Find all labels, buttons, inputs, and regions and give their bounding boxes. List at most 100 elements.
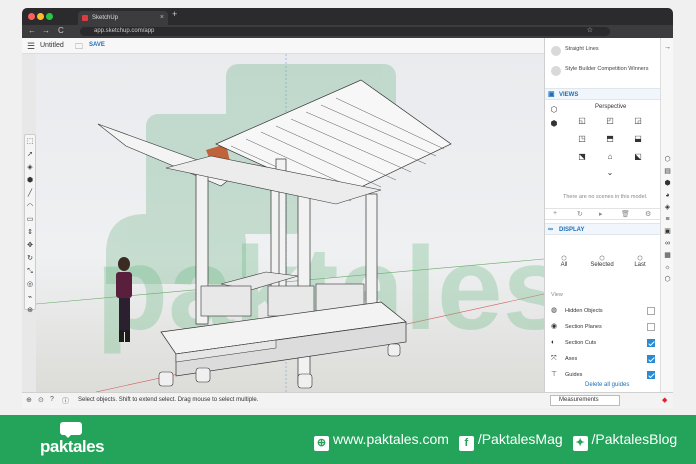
move-tool-icon[interactable]: ✥ — [25, 240, 35, 252]
section-planes-row[interactable]: ◉ Section Planes — [551, 320, 657, 334]
back-view-icon[interactable]: ⬒ — [603, 133, 617, 145]
status-bar: ⊕ ⊙ ? ⓘ Select objects. Shift to extend … — [22, 392, 673, 408]
refresh-scene-icon[interactable]: ↻ — [577, 210, 583, 218]
front-view-icon[interactable]: ◲ — [631, 115, 645, 127]
minimize-window-button[interactable] — [37, 13, 44, 20]
arc-tool-icon[interactable]: ◠ — [25, 201, 35, 213]
display-option-all[interactable]: ⬡ All — [549, 255, 579, 268]
scene-settings-icon[interactable]: ⚙ — [645, 210, 651, 218]
style-item-competition-winners[interactable]: Style Builder Competition Winners — [551, 66, 651, 76]
entity-info-icon[interactable]: ⬡ — [661, 154, 674, 166]
extra-view-icon[interactable]: ⬕ — [631, 151, 645, 163]
eraser-tool-icon[interactable]: ◈ — [25, 162, 35, 174]
guides-checkbox[interactable] — [647, 371, 655, 379]
scale-tool-icon[interactable]: ⤡ — [25, 266, 35, 278]
home-view-icon[interactable]: ⌂ — [603, 151, 617, 163]
section-cuts-row[interactable]: ◐ Section Cuts — [551, 336, 657, 350]
scenes-icon[interactable]: ▣ — [661, 226, 674, 238]
reload-button[interactable]: C — [58, 26, 64, 35]
line-tool-icon[interactable]: ╱ — [25, 188, 35, 200]
right-panel: Straight Lines Style Builder Competition… — [544, 38, 660, 392]
new-tab-button[interactable]: + — [172, 9, 177, 19]
twitter-icon: ✦ — [572, 436, 588, 451]
3d-viewport[interactable]: paktales — [36, 54, 544, 392]
url-input[interactable]: app.sketchup.com/app — [80, 27, 610, 36]
folder-icon[interactable]: 🗀 — [75, 41, 83, 55]
bottom-view-icon[interactable]: ⬔ — [575, 151, 589, 163]
rectangle-tool-icon[interactable]: ▭ — [25, 214, 35, 226]
components-icon[interactable]: ⬢ — [661, 178, 674, 190]
maximize-window-button[interactable] — [46, 13, 53, 20]
save-button[interactable]: SAVE — [89, 42, 105, 48]
delete-all-guides-link[interactable]: Delete all guides — [585, 382, 629, 388]
status-hint-text: Select objects. Shift to extend select. … — [78, 397, 259, 403]
browser-titlebar: SketchUp × + — [22, 8, 673, 25]
tape-measure-tool-icon[interactable]: ⌁ — [25, 292, 35, 304]
delete-scene-icon[interactable]: 🗑 — [621, 210, 630, 218]
parallel-toggle-icon[interactable]: ⬢ — [547, 118, 561, 130]
section-cuts-checkbox[interactable] — [647, 339, 655, 347]
perspective-toggle-icon[interactable]: ⬡ — [547, 104, 561, 116]
info-icon[interactable]: ⓘ — [62, 396, 69, 406]
chevron-down-icon[interactable]: ⌄ — [603, 167, 617, 179]
cube-icon: ⬡ — [561, 256, 567, 262]
top-view-icon[interactable]: ◰ — [603, 115, 617, 127]
forward-button[interactable]: → — [42, 26, 50, 35]
hamburger-menu-icon[interactable]: ☰ — [27, 41, 35, 52]
globe-icon: ⊕ — [314, 436, 329, 451]
display-rail-icon[interactable]: ∞ — [661, 238, 674, 250]
iso-view-icon[interactable]: ◱ — [575, 115, 589, 127]
view-label: View — [551, 292, 563, 298]
browser-address-bar: ← → C app.sketchup.com/app ☆ — [22, 25, 673, 38]
extensions-icon[interactable]: ⬡ — [661, 274, 674, 286]
axes-icon: ⤧ — [551, 355, 557, 362]
paint-bucket-tool-icon[interactable]: ⬢ — [25, 175, 35, 187]
display-option-last[interactable]: ⬡ Last — [625, 255, 655, 268]
axes-checkbox[interactable] — [647, 355, 655, 363]
style-item-straight-lines[interactable]: Straight Lines — [551, 46, 599, 56]
views-section-header[interactable]: ▣ VIEWS — [545, 88, 660, 100]
scene-toolbar: + ↻ ▸ 🗑 ⚙ — [545, 208, 660, 220]
materials-icon[interactable]: ◕ — [661, 190, 674, 202]
right-view-icon[interactable]: ◳ — [575, 133, 589, 145]
browser-tab[interactable]: SketchUp × — [78, 11, 168, 25]
sketchup-app: ☰ Untitled 🗀 SAVE paktales — [22, 38, 673, 408]
push-pull-tool-icon[interactable]: ⇕ — [25, 227, 35, 239]
hidden-objects-row[interactable]: ◍ Hidden Objects — [551, 304, 657, 318]
tab-close-icon[interactable]: × — [160, 11, 164, 25]
select-tool-icon[interactable]: ⬚ — [25, 136, 35, 148]
geolocation-icon[interactable]: ⊕ — [26, 396, 32, 404]
axes-row[interactable]: ⤧ Axes — [551, 352, 657, 366]
help-icon[interactable]: ? — [50, 396, 54, 403]
section-planes-checkbox[interactable] — [647, 323, 655, 331]
style-thumbnail-icon — [551, 46, 561, 56]
twitter-link[interactable]: /PaktalesBlog — [592, 431, 678, 447]
left-view-icon[interactable]: ⬓ — [631, 133, 645, 145]
close-window-button[interactable] — [28, 13, 35, 20]
rotate-tool-icon[interactable]: ↻ — [25, 253, 35, 265]
layers-icon[interactable]: ≡ — [661, 214, 674, 226]
add-scene-icon[interactable]: + — [553, 210, 557, 217]
model-canvas: paktales — [36, 54, 544, 392]
collapse-panel-icon[interactable]: → — [661, 42, 674, 54]
solar-icon[interactable]: ☼ — [661, 262, 674, 274]
orbit-tool-icon[interactable]: ⊛ — [25, 305, 35, 317]
guides-row[interactable]: ⊤ Guides — [551, 368, 657, 382]
display-option-selected[interactable]: ⬡ Selected — [587, 255, 617, 268]
instructor-icon[interactable]: ▤ — [661, 166, 674, 178]
document-title[interactable]: Untitled — [40, 42, 64, 49]
play-scene-icon[interactable]: ▸ — [599, 210, 603, 218]
panel-tab-rail: → ⬡ ▤ ⬢ ◕ ◈ ≡ ▣ ∞ ▦ ☼ ⬡ — [660, 38, 673, 392]
display-section-header[interactable]: ∞ DISPLAY — [545, 223, 660, 235]
back-button[interactable]: ← — [28, 26, 36, 35]
styles-icon[interactable]: ◈ — [661, 202, 674, 214]
website-link[interactable]: www.paktales.com — [333, 431, 449, 447]
offset-tool-icon[interactable]: ◎ — [25, 279, 35, 291]
outliner-icon[interactable]: ▦ — [661, 250, 674, 262]
pointer-tool-icon[interactable]: ➚ — [25, 149, 35, 161]
hidden-objects-checkbox[interactable] — [647, 307, 655, 315]
facebook-link[interactable]: /PaktalesMag — [478, 431, 563, 447]
credits-icon[interactable]: ⊙ — [38, 396, 44, 404]
bookmark-star-icon[interactable]: ☆ — [587, 26, 593, 34]
section-planes-icon: ◉ — [551, 323, 558, 330]
